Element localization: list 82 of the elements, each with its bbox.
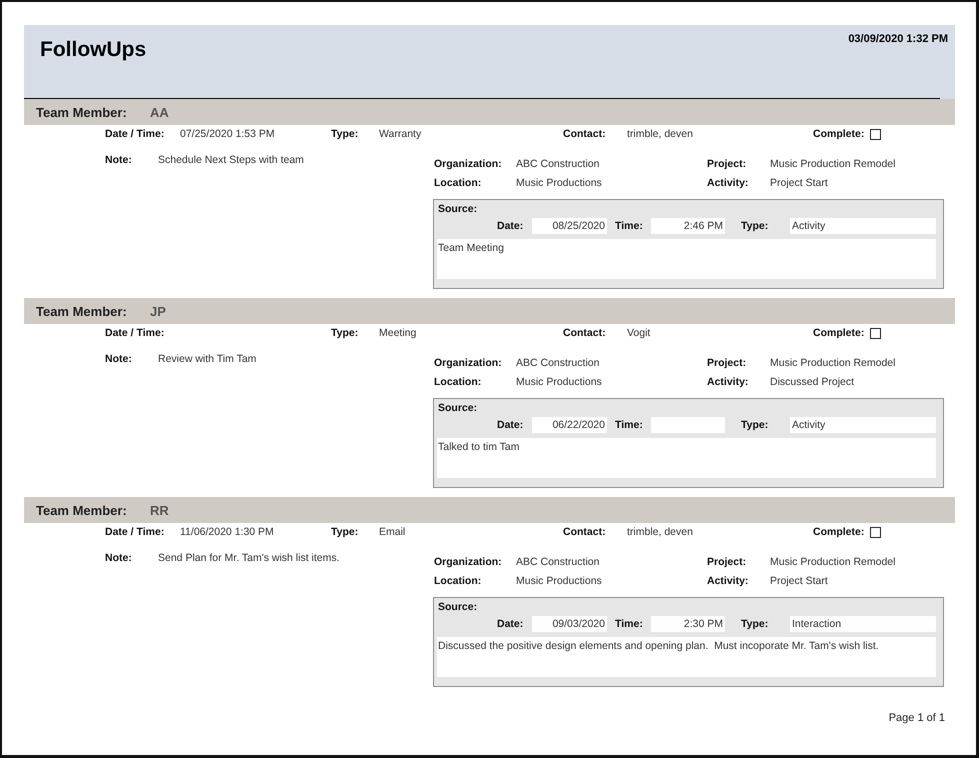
field-value: Send Plan for Mr. Tam's wish list items. <box>158 552 340 566</box>
field-value: Music Production Remodel <box>770 556 896 568</box>
field-label: Note: <box>105 353 133 367</box>
output-field: 2:30 PM <box>651 616 725 632</box>
field-value: AA <box>150 104 169 120</box>
page-number: Page 1 of 1 <box>888 712 945 724</box>
field-label: Date: <box>497 220 524 232</box>
field-label: Complete: <box>813 128 866 140</box>
field-label: Organization: <box>434 357 503 369</box>
field-value: Music Productions <box>516 177 603 189</box>
field-label: Project: <box>707 357 748 369</box>
field-value: Project Start <box>770 177 829 189</box>
field-value: Music Productions <box>516 376 603 388</box>
memo-field: Discussed the positive design elements and opening plan. Must incoporate Mr. Tam's wish list. <box>437 637 936 677</box>
field-label: Date / Time: <box>105 327 166 339</box>
output-field: Activity <box>790 218 936 234</box>
field-value: Meeting <box>379 327 418 339</box>
field-label: Location: <box>434 376 482 388</box>
field-value: Warranty <box>379 128 422 140</box>
field-label: Team Member: <box>36 502 128 518</box>
field-label: Complete: <box>813 526 866 538</box>
field-label: Note: <box>105 154 133 168</box>
output-field: 06/22/2020 <box>532 417 607 433</box>
field-label: Team Member: <box>36 304 128 318</box>
memo-field: Talked to tim Tam <box>437 438 936 478</box>
field-value: ABC Construction <box>516 158 600 170</box>
field-label: Location: <box>434 575 482 587</box>
field-value: RR <box>150 502 169 518</box>
field-label: Contact: <box>563 128 607 140</box>
field-label: Type: <box>741 618 770 630</box>
field-label: Type: <box>741 419 770 431</box>
output-field: Activity <box>790 417 936 433</box>
field-value: JP <box>150 304 166 318</box>
field-value: Music Productions <box>516 575 603 587</box>
field-label: Type: <box>331 327 360 339</box>
field-value: Music Production Remodel <box>770 158 896 170</box>
field-label: Source: <box>438 402 478 414</box>
field-label: Location: <box>434 177 482 189</box>
field-label: Type: <box>741 220 770 232</box>
print-date: 03/09/2020 1:32 PM <box>848 33 948 45</box>
field-label: Type: <box>331 526 360 538</box>
field-label: Note: <box>105 552 133 566</box>
field-label: Activity: <box>707 177 750 189</box>
field-value: trimble, deven <box>627 128 694 140</box>
field-value: trimble, deven <box>627 526 694 538</box>
field-label: Complete: <box>813 327 866 339</box>
field-value: ABC Construction <box>516 556 600 568</box>
field-label: Project: <box>707 158 748 170</box>
field-label: Type: <box>331 128 360 140</box>
field-value: ABC Construction <box>516 357 600 369</box>
field-label: Organization: <box>434 158 503 170</box>
field-label: Date: <box>497 618 524 630</box>
field-value: Music Production Remodel <box>770 357 896 369</box>
field-value: Email <box>379 526 406 538</box>
field-label: Date / Time: <box>105 128 166 140</box>
memo-field: Team Meeting <box>437 239 936 279</box>
field-label: Date / Time: <box>105 526 166 538</box>
output-field: 2:46 PM <box>651 218 725 234</box>
field-label: Activity: <box>707 376 750 388</box>
field-label: Activity: <box>707 575 750 587</box>
field-value: Vogit <box>627 327 652 339</box>
field-label: Organization: <box>434 556 503 568</box>
field-value: 07/25/2020 1:53 PM <box>180 128 276 140</box>
field-label: Time: <box>615 419 644 431</box>
field-value: Project Start <box>770 575 829 587</box>
field-value: Review with Tim Tam <box>158 353 256 367</box>
field-label: Date: <box>497 419 524 431</box>
output-field: 08/25/2020 <box>532 218 607 234</box>
field-value: Schedule Next Steps with team <box>158 154 304 168</box>
field-value: Discussed Project <box>770 376 856 388</box>
field-label: Contact: <box>563 526 607 538</box>
report-title: FollowUps <box>40 38 146 62</box>
output-field: Interaction <box>790 616 936 632</box>
field-label: Time: <box>615 618 644 630</box>
field-label: Source: <box>438 601 478 613</box>
field-value: 11/06/2020 1:30 PM <box>180 526 275 538</box>
field-label: Source: <box>438 203 478 215</box>
field-label: Time: <box>615 220 644 232</box>
field-label: Team Member: <box>36 104 128 120</box>
field-label: Project: <box>707 556 748 568</box>
field-label: Contact: <box>563 327 607 339</box>
output-field: 09/03/2020 <box>532 616 607 632</box>
